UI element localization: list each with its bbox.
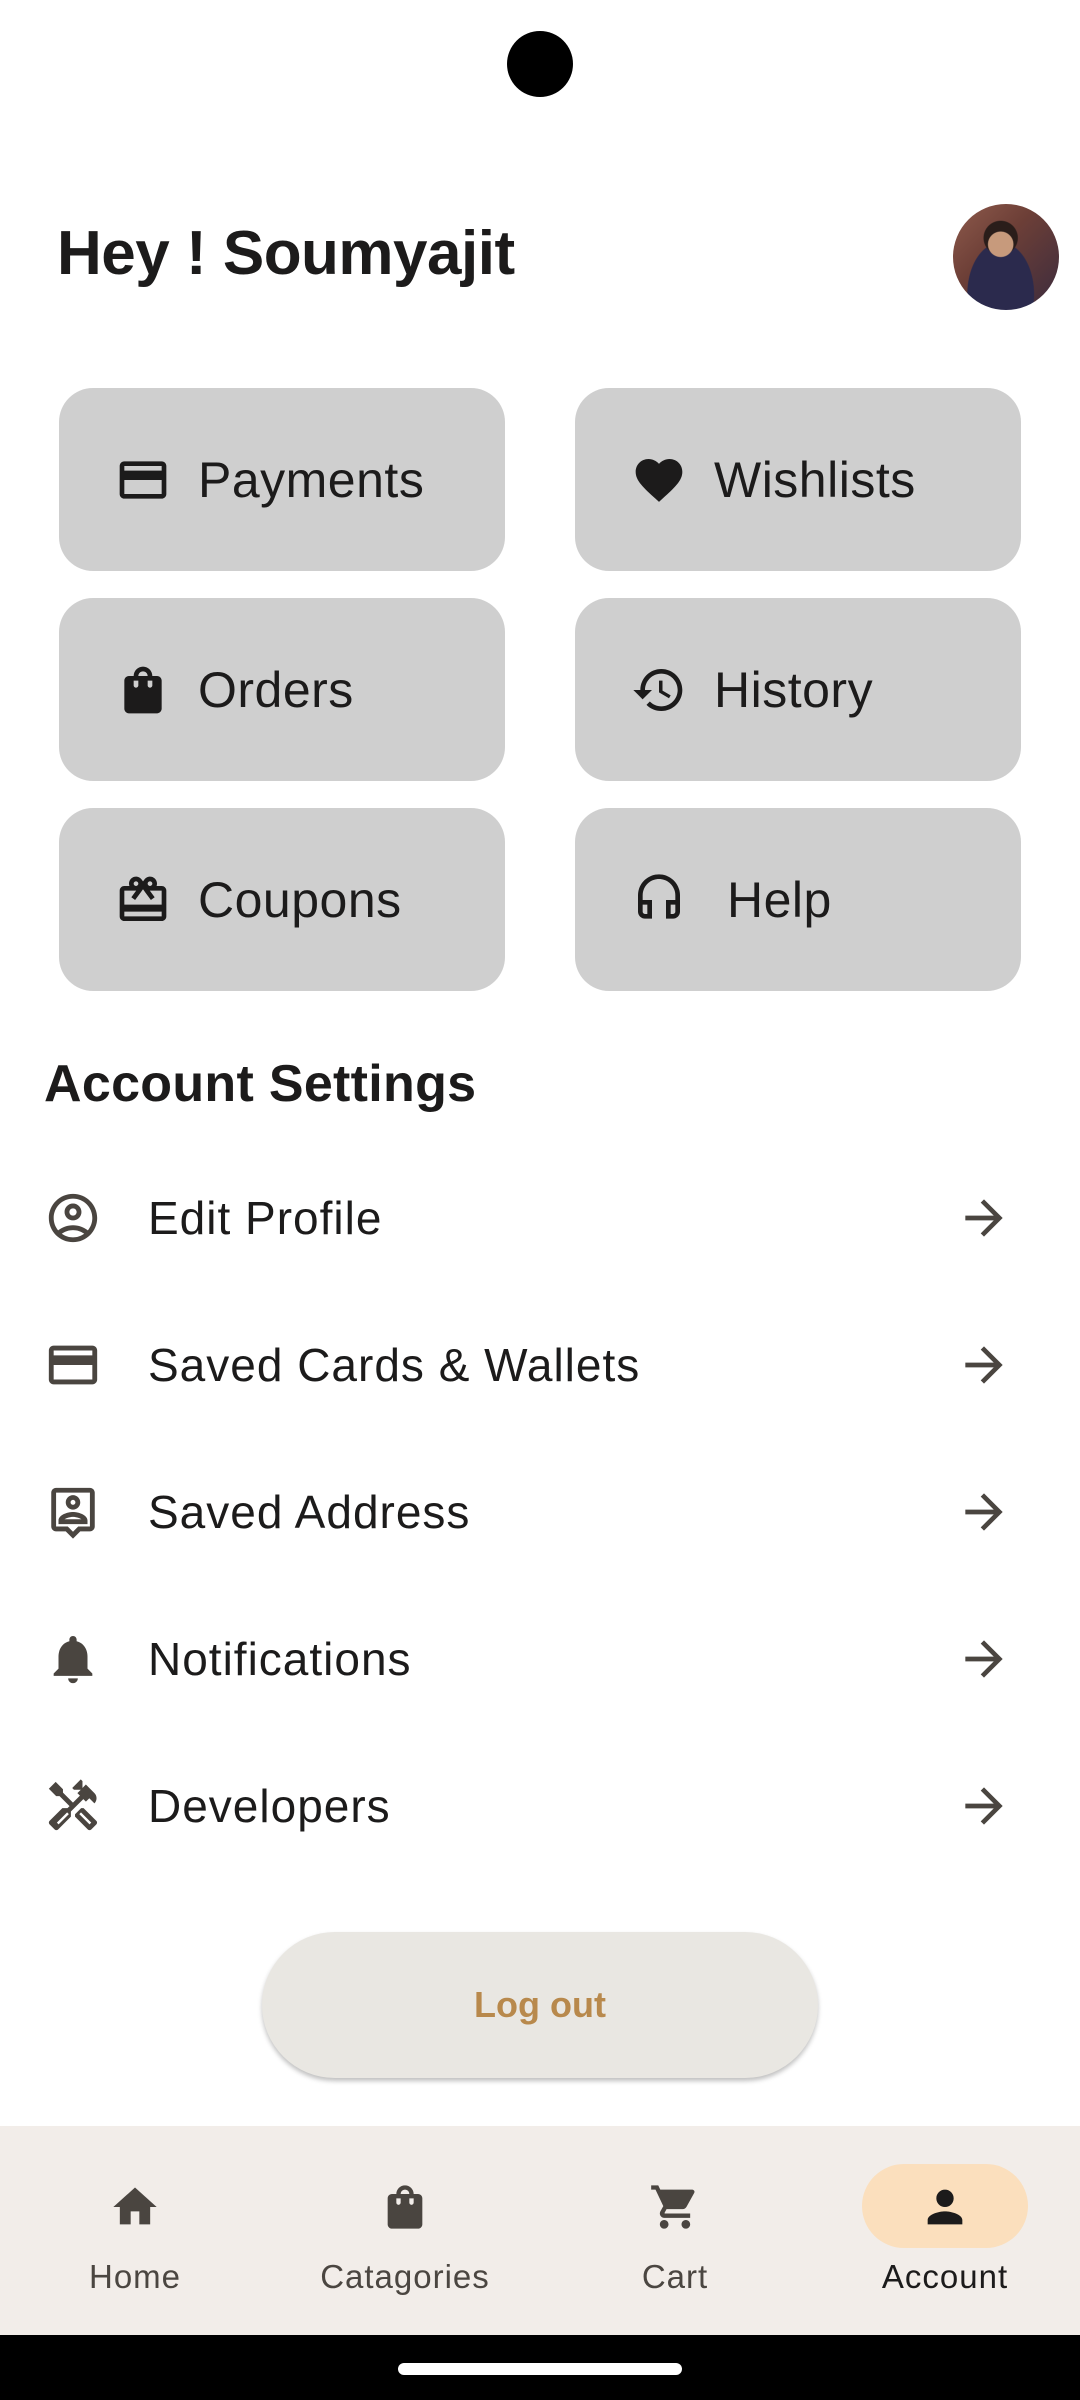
headset-icon	[638, 873, 680, 919]
arrow-right-icon	[965, 1786, 1003, 1825]
shopping-bag-icon	[387, 2185, 423, 2229]
nav-home[interactable]: Home	[0, 2126, 270, 2335]
history-tile[interactable]: History	[575, 598, 1021, 781]
history-icon	[633, 668, 683, 711]
saved-cards-row[interactable]: Saved Cards & Wallets	[0, 1291, 1080, 1438]
home-icon	[113, 2187, 157, 2225]
heart-icon	[635, 458, 683, 502]
cart-icon	[651, 2185, 695, 2229]
arrow-right-icon	[965, 1639, 1003, 1678]
edit-profile-row[interactable]: Edit Profile	[0, 1144, 1080, 1291]
row-label: Saved Cards & Wallets	[148, 1338, 641, 1391]
row-label: Saved Address	[148, 1485, 471, 1538]
tools-icon	[48, 1778, 98, 1830]
developers-row[interactable]: Developers	[0, 1732, 1080, 1879]
wishlists-tile[interactable]: Wishlists	[575, 388, 1021, 571]
row-label: Edit Profile	[148, 1191, 383, 1244]
credit-card-icon	[48, 1345, 98, 1384]
account-settings-list: Edit Profile Saved Cards & Wallets Saved…	[0, 1144, 1080, 1879]
tile-label: Wishlists	[714, 451, 916, 508]
shopping-bag-icon	[124, 666, 162, 713]
camera-cutout	[507, 31, 573, 97]
nav-catagories[interactable]: Catagories	[270, 2126, 540, 2335]
tile-label: Payments	[198, 451, 425, 508]
tile-label: Orders	[198, 661, 354, 718]
home-indicator[interactable]	[398, 2363, 682, 2375]
nav-cart[interactable]: Cart	[540, 2126, 810, 2335]
logout-button[interactable]: Log out	[262, 1932, 818, 2078]
quick-actions-grid: Payments Wishlists Orders History Coupon…	[59, 388, 1021, 991]
tile-label: Coupons	[198, 871, 402, 928]
tile-label: Help	[727, 871, 832, 928]
account-settings-heading: Account Settings	[44, 1055, 477, 1113]
arrow-right-icon	[965, 1492, 1003, 1531]
arrow-right-icon	[965, 1345, 1003, 1384]
nav-label: Cart	[641, 2258, 709, 2295]
account-circle-icon	[48, 1193, 98, 1242]
person-icon	[927, 2189, 963, 2225]
notifications-row[interactable]: Notifications	[0, 1585, 1080, 1732]
row-label: Notifications	[148, 1632, 412, 1685]
row-label: Developers	[148, 1779, 391, 1832]
tile-label: History	[714, 661, 874, 718]
coupons-tile[interactable]: Coupons	[59, 808, 505, 991]
credit-card-icon	[119, 460, 167, 499]
bottom-navigation: Home Catagories Cart Account	[0, 2126, 1080, 2335]
bell-icon	[53, 1635, 93, 1683]
gift-card-icon	[119, 876, 167, 921]
nav-label: Catagories	[320, 2258, 490, 2295]
arrow-right-icon	[965, 1198, 1003, 1237]
payments-tile[interactable]: Payments	[59, 388, 505, 571]
saved-address-row[interactable]: Saved Address	[0, 1438, 1080, 1585]
orders-tile[interactable]: Orders	[59, 598, 505, 781]
nav-label: Account	[881, 2258, 1009, 2295]
nav-account[interactable]: Account	[810, 2126, 1080, 2335]
help-tile[interactable]: Help	[575, 808, 1021, 991]
nav-label: Home	[88, 2258, 182, 2295]
page-title: Hey ! Soumyajit	[57, 219, 515, 288]
avatar[interactable]	[953, 204, 1059, 310]
contact-address-icon	[51, 1487, 95, 1539]
